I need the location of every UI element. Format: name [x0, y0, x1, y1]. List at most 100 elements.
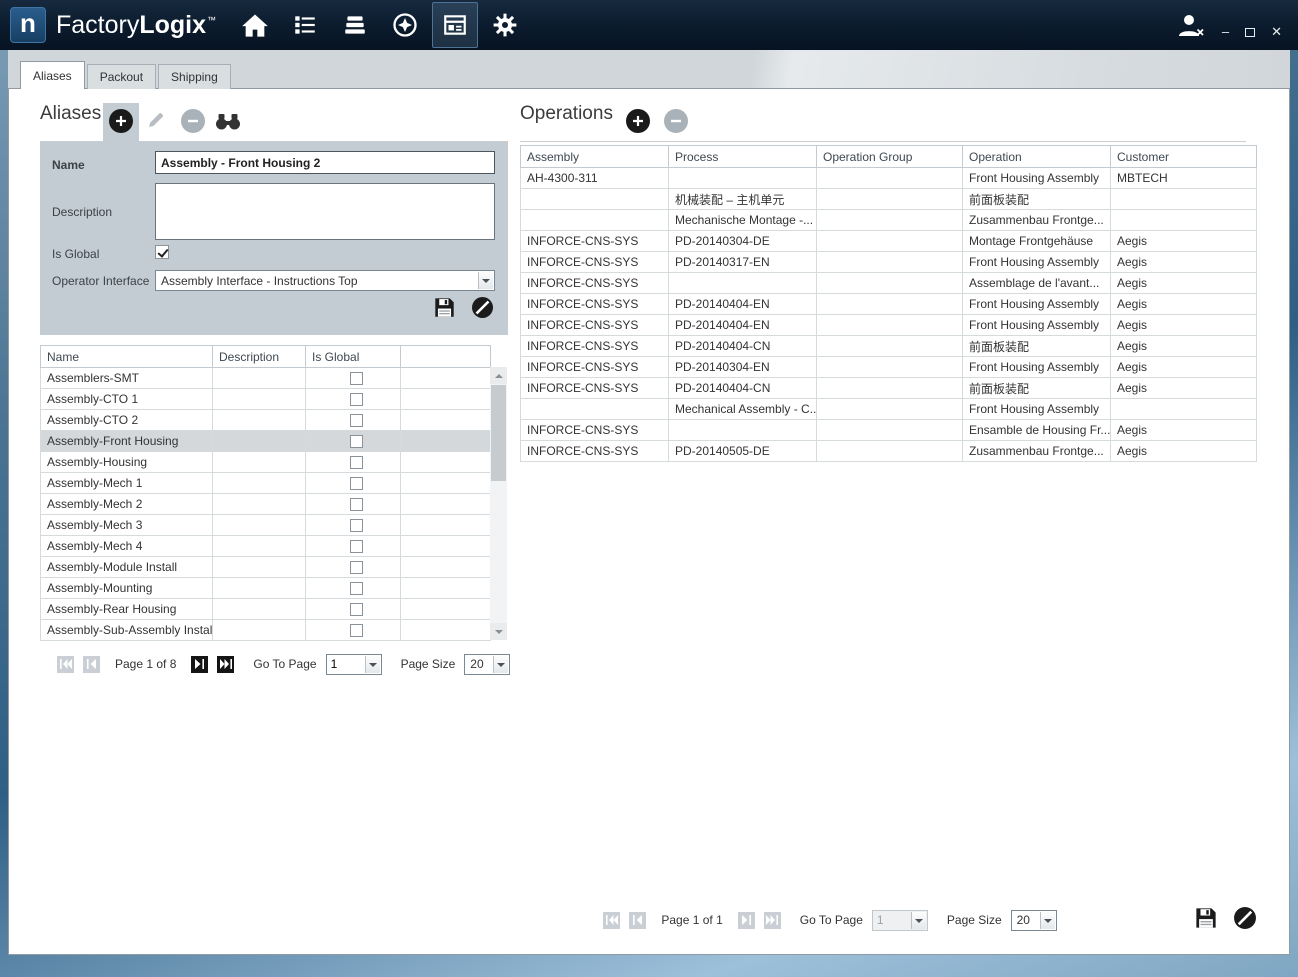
alias-name-cell[interactable]: Assembly-Mech 4 [41, 536, 213, 557]
alias-name-cell[interactable]: Assembly-Mech 2 [41, 494, 213, 515]
close-button[interactable]: ✕ [1271, 25, 1282, 38]
scroll-up-icon[interactable] [490, 367, 507, 384]
operation-assembly-cell[interactable]: INFORCE-CNS-SYS [521, 273, 669, 294]
operation-assembly-cell[interactable] [521, 210, 669, 231]
page-size-combo[interactable]: 20 [1011, 910, 1057, 931]
operation-row[interactable]: 机械装配 – 主机单元 前面板装配 [521, 189, 1257, 210]
alias-description-cell[interactable] [213, 578, 306, 599]
save-alias-button[interactable] [434, 297, 455, 318]
alias-row[interactable]: Assembly-Sub-Assembly Install [41, 620, 491, 641]
first-page-button[interactable] [57, 656, 74, 673]
column-header-operation-group[interactable]: Operation Group [817, 146, 963, 168]
alias-description-cell[interactable] [213, 494, 306, 515]
cancel-operations-button[interactable] [1233, 906, 1257, 930]
operation-group-cell[interactable] [817, 294, 963, 315]
operation-process-cell[interactable]: PD-20140404-EN [669, 294, 817, 315]
cancel-alias-button[interactable] [471, 296, 494, 319]
add-alias-button[interactable] [109, 109, 133, 133]
operation-row[interactable]: AH-4300-311 Front Housing Assembly MBTEC… [521, 168, 1257, 189]
operation-assembly-cell[interactable]: INFORCE-CNS-SYS [521, 378, 669, 399]
home-nav-button[interactable] [232, 2, 278, 48]
minimize-button[interactable]: – [1222, 25, 1229, 38]
tab[interactable]: Aliases [20, 61, 85, 89]
operation-customer-cell[interactable]: Aegis [1111, 420, 1257, 441]
alias-description-cell[interactable] [213, 431, 306, 452]
is-global-row-checkbox[interactable] [350, 519, 363, 532]
operation-row[interactable]: INFORCE-CNS-SYS PD-20140317-EN Front Hou… [521, 252, 1257, 273]
operation-process-cell[interactable]: PD-20140404-EN [669, 315, 817, 336]
alias-row[interactable]: Assembly-Mech 4 [41, 536, 491, 557]
operation-group-cell[interactable] [817, 399, 963, 420]
previous-page-button[interactable] [629, 912, 646, 929]
operation-customer-cell[interactable]: MBTECH [1111, 168, 1257, 189]
operation-customer-cell[interactable]: Aegis [1111, 315, 1257, 336]
is-global-row-checkbox[interactable] [350, 603, 363, 616]
operation-customer-cell[interactable]: Aegis [1111, 231, 1257, 252]
alias-description-cell[interactable] [213, 536, 306, 557]
add-operation-button[interactable] [626, 109, 650, 133]
operation-name-cell[interactable]: Front Housing Assembly [963, 315, 1111, 336]
alias-name-cell[interactable]: Assemblers-SMT [41, 368, 213, 389]
operation-process-cell[interactable]: Mechanische Montage -... [669, 210, 817, 231]
operation-name-cell[interactable]: Montage Frontgehäuse [963, 231, 1111, 252]
alias-name-cell[interactable]: Assembly-Front Housing [41, 431, 213, 452]
alias-name-cell[interactable]: Assembly-Mounting [41, 578, 213, 599]
alias-name-cell[interactable]: Assembly-CTO 2 [41, 410, 213, 431]
tab[interactable]: Packout [87, 64, 156, 89]
alias-description-cell[interactable] [213, 368, 306, 389]
alias-name-cell[interactable]: Assembly-Mech 3 [41, 515, 213, 536]
is-global-row-checkbox[interactable] [350, 561, 363, 574]
save-operations-button[interactable] [1195, 907, 1217, 929]
operation-row[interactable]: INFORCE-CNS-SYS PD-20140505-DE Zusammenb… [521, 441, 1257, 462]
remove-operation-button[interactable] [664, 109, 688, 133]
operation-assembly-cell[interactable]: INFORCE-CNS-SYS [521, 357, 669, 378]
alias-name-cell[interactable]: Assembly-Mech 1 [41, 473, 213, 494]
operator-interface-combo[interactable]: Assembly Interface - Instructions Top [155, 270, 495, 291]
column-header-name[interactable]: Name [41, 346, 213, 368]
last-page-button[interactable] [764, 912, 781, 929]
find-alias-button[interactable] [215, 113, 241, 130]
chevron-down-icon[interactable] [365, 656, 380, 673]
is-global-row-checkbox[interactable] [350, 477, 363, 490]
column-header-is-global[interactable]: Is Global [306, 346, 401, 368]
operation-assembly-cell[interactable]: AH-4300-311 [521, 168, 669, 189]
user-status-button[interactable] [1176, 12, 1206, 38]
maximize-button[interactable] [1245, 28, 1255, 37]
operation-assembly-cell[interactable]: INFORCE-CNS-SYS [521, 294, 669, 315]
operation-group-cell[interactable] [817, 231, 963, 252]
operation-name-cell[interactable]: Front Housing Assembly [963, 357, 1111, 378]
is-global-row-checkbox[interactable] [350, 372, 363, 385]
operation-group-cell[interactable] [817, 273, 963, 294]
operation-row[interactable]: INFORCE-CNS-SYS PD-20140404-CN 前面板装配 Aeg… [521, 336, 1257, 357]
operation-group-cell[interactable] [817, 168, 963, 189]
operation-row[interactable]: Mechanical Assembly - C... Front Housing… [521, 399, 1257, 420]
operation-process-cell[interactable]: PD-20140317-EN [669, 252, 817, 273]
operation-group-cell[interactable] [817, 189, 963, 210]
alias-description-cell[interactable] [213, 515, 306, 536]
remove-alias-button[interactable] [181, 109, 205, 133]
alias-name-cell[interactable]: Assembly-Housing [41, 452, 213, 473]
operation-group-cell[interactable] [817, 420, 963, 441]
is-global-row-checkbox[interactable] [350, 393, 363, 406]
operation-name-cell[interactable]: Zusammenbau Frontge... [963, 441, 1111, 462]
operation-group-cell[interactable] [817, 378, 963, 399]
operation-process-cell[interactable]: PD-20140304-EN [669, 357, 817, 378]
planning-nav-button[interactable] [282, 2, 328, 48]
is-global-row-checkbox[interactable] [350, 498, 363, 511]
settings-nav-button[interactable] [482, 2, 528, 48]
previous-page-button[interactable] [83, 656, 100, 673]
operation-assembly-cell[interactable] [521, 189, 669, 210]
operation-customer-cell[interactable]: Aegis [1111, 357, 1257, 378]
operation-assembly-cell[interactable]: INFORCE-CNS-SYS [521, 315, 669, 336]
alias-row[interactable]: Assembly-Module Install [41, 557, 491, 578]
operation-name-cell[interactable]: Assemblage de l'avant... [963, 273, 1111, 294]
scroll-down-icon[interactable] [490, 623, 507, 640]
alias-name-cell[interactable]: Assembly-Module Install [41, 557, 213, 578]
alias-row[interactable]: Assembly-Rear Housing [41, 599, 491, 620]
operation-name-cell[interactable]: Front Housing Assembly [963, 168, 1111, 189]
operation-name-cell[interactable]: Front Housing Assembly [963, 294, 1111, 315]
operation-row[interactable]: INFORCE-CNS-SYS PD-20140304-EN Front Hou… [521, 357, 1257, 378]
operation-assembly-cell[interactable]: INFORCE-CNS-SYS [521, 336, 669, 357]
operation-assembly-cell[interactable]: INFORCE-CNS-SYS [521, 231, 669, 252]
operation-name-cell[interactable]: Front Housing Assembly [963, 399, 1111, 420]
